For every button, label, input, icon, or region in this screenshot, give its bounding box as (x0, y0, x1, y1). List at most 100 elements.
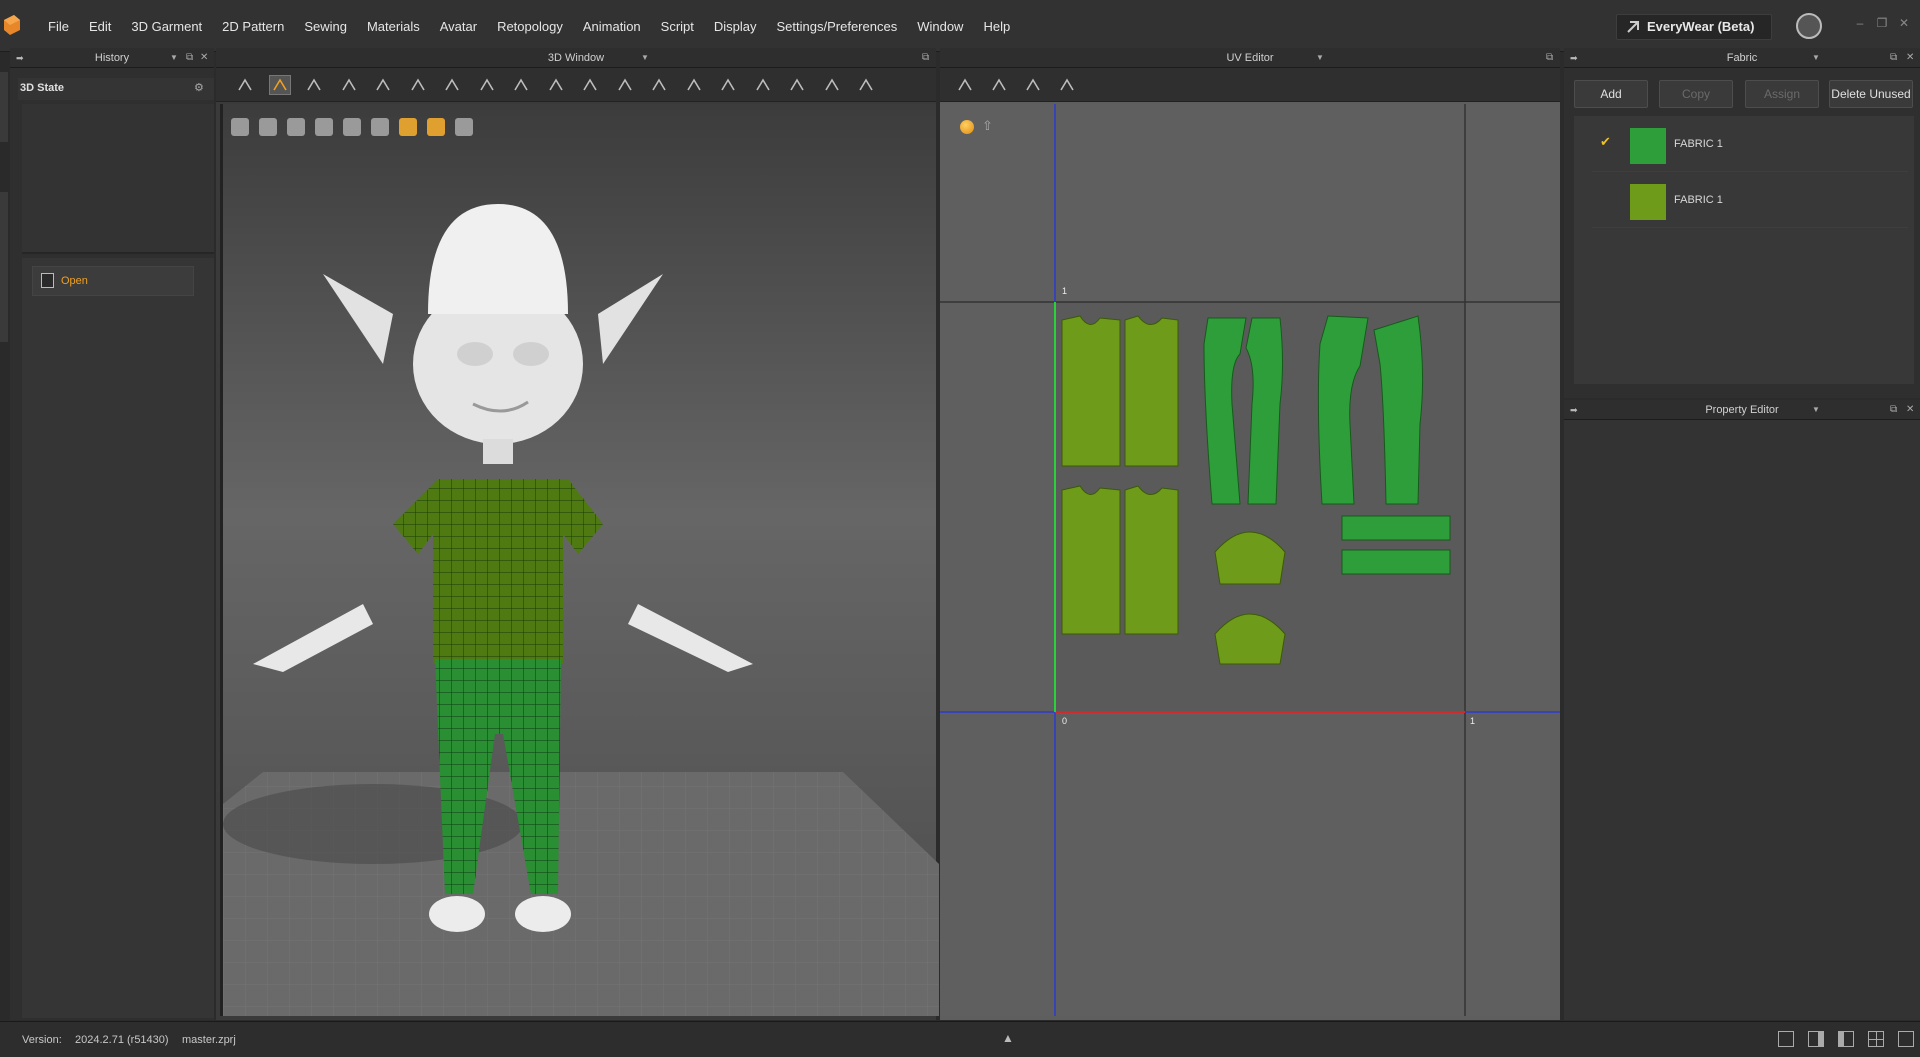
3d-tool-icon[interactable] (855, 75, 877, 95)
menu-animation[interactable]: Animation (573, 18, 651, 36)
fabric-header: ➡ Fabric ▼ ⧉ ✕ (1564, 48, 1920, 68)
menu-materials[interactable]: Materials (357, 18, 430, 36)
main-menu: File Edit 3D Garment 2D Pattern Sewing M… (38, 18, 1020, 36)
float-icon[interactable]: ⧉ (1890, 48, 1897, 68)
dock-tab[interactable] (0, 192, 8, 342)
pin-icon[interactable]: ➡ (16, 48, 24, 68)
3d-tool-icon[interactable] (717, 75, 739, 95)
menu-display[interactable]: Display (704, 18, 767, 36)
dropdown-icon[interactable]: ▼ (1316, 48, 1324, 68)
3d-tool-icon[interactable] (821, 75, 843, 95)
fabric-swatch (1630, 184, 1666, 220)
3d-tool-icon[interactable] (476, 75, 498, 95)
3d-tool-icon[interactable] (268, 75, 291, 95)
3d-toolbar (216, 68, 936, 102)
close-icon[interactable]: ✕ (200, 48, 208, 68)
menu-2d-pattern[interactable]: 2D Pattern (212, 18, 294, 36)
layout-custom-icon[interactable] (1898, 1031, 1914, 1047)
3d-tool-icon[interactable] (545, 75, 567, 95)
state-options-icon[interactable]: ⚙ (194, 81, 204, 94)
copy-fabric-button[interactable]: Copy (1659, 80, 1733, 108)
history-item-open[interactable]: Open (32, 266, 194, 296)
dropdown-icon[interactable]: ▼ (1812, 400, 1820, 420)
dropdown-icon[interactable]: ▼ (641, 48, 649, 68)
uv-tick-origin: 0 (1062, 716, 1068, 726)
dock-tab[interactable] (0, 72, 8, 142)
history-list: Open (22, 258, 214, 1018)
pin-icon[interactable]: ➡ (1570, 48, 1578, 68)
close-window-icon[interactable]: ✕ (1897, 16, 1911, 30)
float-icon[interactable]: ⧉ (922, 48, 929, 68)
3d-tool-icon[interactable] (234, 75, 256, 95)
uv-tick-right: 1 (1470, 716, 1476, 726)
3d-tool-icon[interactable] (441, 75, 463, 95)
history-panel: ➡ History ▼ ⧉ ✕ 3D State ⚙ Open (10, 48, 214, 1020)
add-fabric-button[interactable]: Add (1574, 80, 1648, 108)
3d-tool-icon[interactable] (510, 75, 532, 95)
app-logo-icon (4, 15, 20, 35)
menu-retopology[interactable]: Retopology (487, 18, 573, 36)
3d-tool-icon[interactable] (683, 75, 705, 95)
uv-tool-icon[interactable] (1056, 75, 1078, 95)
close-icon[interactable]: ✕ (1906, 400, 1914, 420)
history-title: History (94, 52, 130, 64)
delete-unused-button[interactable]: Delete Unused (1829, 80, 1913, 108)
3d-tool-icon[interactable] (372, 75, 394, 95)
dropdown-icon[interactable]: ▼ (170, 48, 178, 68)
user-avatar-icon[interactable] (1796, 13, 1822, 39)
menu-window[interactable]: Window (907, 18, 973, 36)
uv-tool-icon[interactable] (954, 75, 976, 95)
3d-viewport[interactable] (220, 104, 939, 1016)
float-icon[interactable]: ⧉ (1890, 400, 1897, 420)
menu-script[interactable]: Script (651, 18, 704, 36)
layout-single-icon[interactable] (1778, 1031, 1794, 1047)
status-bar: Version: 2024.2.71 (r51430) master.zprj … (0, 1021, 1920, 1057)
menu-help[interactable]: Help (973, 18, 1020, 36)
layout-triple-icon[interactable] (1838, 1031, 1854, 1047)
file-icon (41, 273, 54, 288)
menu-sewing[interactable]: Sewing (294, 18, 357, 36)
float-icon[interactable]: ⧉ (1546, 48, 1553, 68)
3d-tool-icon[interactable] (648, 75, 670, 95)
workspace-selector[interactable]: EveryWear (Beta) (1616, 14, 1772, 40)
restore-icon[interactable]: ❐ (1875, 16, 1889, 30)
assign-fabric-button[interactable]: Assign (1745, 80, 1819, 108)
minimize-icon[interactable]: – (1853, 16, 1867, 30)
fabric-list: ✔ FABRIC 1 FABRIC 1 (1574, 116, 1914, 384)
uv-layout (940, 104, 1560, 1016)
uv-tool-icon[interactable] (1022, 75, 1044, 95)
3d-tool-icon[interactable] (752, 75, 774, 95)
pin-icon[interactable]: ➡ (1570, 400, 1578, 420)
check-icon: ✔ (1600, 134, 1611, 149)
3d-tool-icon[interactable] (338, 75, 360, 95)
3d-window-title: 3D Window (547, 52, 605, 64)
uv-tick-top: 1 (1062, 286, 1068, 296)
layout-quad-icon[interactable] (1868, 1031, 1884, 1047)
float-icon[interactable]: ⧉ (186, 48, 193, 68)
fabric-title: Fabric (1726, 52, 1758, 64)
3d-tool-icon[interactable] (614, 75, 636, 95)
3d-tool-icon[interactable] (786, 75, 808, 95)
dropdown-icon[interactable]: ▼ (1812, 48, 1820, 68)
fabric-list-item[interactable]: ✔ FABRIC 1 (1592, 116, 1908, 172)
uv-tool-icon[interactable] (988, 75, 1010, 95)
menu-file[interactable]: File (38, 18, 79, 36)
menu-avatar[interactable]: Avatar (430, 18, 487, 36)
fabric-list-item[interactable]: FABRIC 1 (1592, 172, 1908, 228)
3d-tool-icon[interactable] (407, 75, 429, 95)
menu-edit[interactable]: Edit (79, 18, 121, 36)
state-header: 3D State ⚙ (18, 78, 214, 100)
uv-toolbar (940, 68, 1560, 102)
menu-3d-garment[interactable]: 3D Garment (121, 18, 212, 36)
close-icon[interactable]: ✕ (1906, 48, 1914, 68)
3d-tool-icon[interactable] (579, 75, 601, 95)
version-value: 2024.2.71 (r51430) (75, 1034, 169, 1046)
layout-split-icon[interactable] (1808, 1031, 1824, 1047)
history-item-label: Open (61, 275, 88, 287)
menu-settings[interactable]: Settings/Preferences (767, 18, 908, 36)
expand-icon[interactable]: ▲ (1002, 1031, 1014, 1045)
history-header: ➡ History ▼ ⧉ ✕ (10, 48, 214, 68)
3d-tool-icon[interactable] (303, 75, 325, 95)
uv-canvas[interactable]: ⇧ 1 0 1 (940, 104, 1560, 1016)
fabric-name: FABRIC 1 (1674, 138, 1723, 150)
